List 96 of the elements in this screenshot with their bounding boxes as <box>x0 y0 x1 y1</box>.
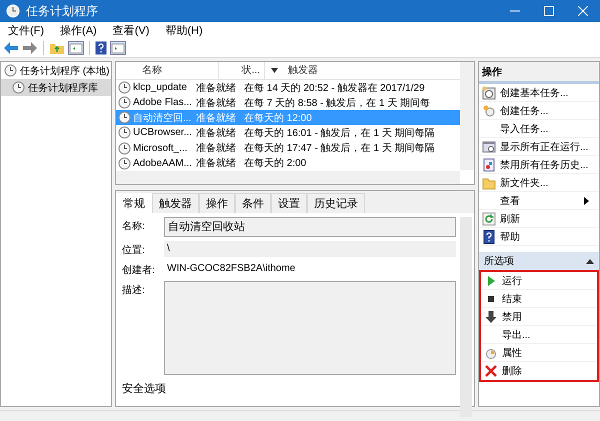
name-field[interactable]: 自动清空回收站 <box>164 217 456 237</box>
action-item[interactable]: 删除 <box>481 362 597 380</box>
clock-icon <box>118 126 131 140</box>
tab[interactable]: 历史记录 <box>307 193 365 213</box>
menu-item[interactable]: 帮助(H) <box>157 22 211 38</box>
clock-icon <box>12 81 25 94</box>
task-status: 准备就绪 <box>195 142 237 156</box>
clock-icon <box>482 104 496 118</box>
task-row[interactable]: Adobe Flas... 准备就绪 在每 7 天的 8:58 - 触发后，在 1 天 期间每 <box>116 95 460 110</box>
action-item[interactable]: 新文件夹... <box>479 174 599 192</box>
maximize-icon <box>544 6 554 16</box>
task-name: Microsoft_... <box>133 142 188 154</box>
task-trigger: 在每天的 2:00 <box>243 157 308 170</box>
field-label: 名称: <box>122 220 146 234</box>
action-item[interactable]: 查看 <box>479 192 599 210</box>
task-row[interactable]: AdobeAAM... 准备就绪 在每天的 2:00 <box>116 156 460 171</box>
action-item[interactable]: 运行 <box>481 272 597 290</box>
action-item[interactable]: 创建任务... <box>479 102 599 120</box>
task-name: Adobe Flas... <box>133 97 192 108</box>
task-trigger: 在每 14 天的 20:52 - 触发器在 2017/1/29 <box>243 82 426 95</box>
calendar-clock-icon <box>482 86 496 100</box>
location-value: \ <box>164 241 456 257</box>
tab[interactable]: 设置 <box>271 193 307 213</box>
action-item[interactable]: 创建基本任务... <box>479 84 599 102</box>
scrollbar[interactable] <box>460 217 472 417</box>
task-status: 准备就绪 <box>195 126 237 140</box>
window-clock-icon <box>482 140 496 154</box>
panel-icon[interactable] <box>110 40 126 54</box>
tree-item[interactable]: 任务计划程序 (本地) <box>1 62 111 79</box>
menu-item[interactable]: 查看(V) <box>104 22 158 38</box>
menu-item[interactable]: 操作(A) <box>52 22 105 38</box>
down-arrow-icon <box>484 310 498 324</box>
action-item[interactable]: 帮助 <box>479 228 599 246</box>
task-name: klcp_update <box>133 82 187 94</box>
author-value: WIN-GCOC82FSB2A\ithome <box>166 262 296 276</box>
refresh-icon <box>482 212 496 226</box>
action-item[interactable]: 禁用 <box>481 308 597 326</box>
action-item[interactable]: 显示所有正在运行... <box>479 138 599 156</box>
section-header[interactable]: 所选项 <box>479 252 599 270</box>
action-item[interactable]: 属性 <box>481 344 597 362</box>
sort-down-icon[interactable] <box>271 68 278 73</box>
task-trigger: 在每 7 天的 8:58 - 触发后，在 1 天 期间每 <box>243 96 432 110</box>
column-header[interactable]: 状... <box>219 62 265 79</box>
task-trigger: 在每天的 16:01 - 触发后，在 1 天 期间每隔 <box>243 126 436 140</box>
action-item[interactable]: 导入任务... <box>479 120 599 138</box>
help-icon <box>482 230 496 244</box>
tab[interactable]: 条件 <box>235 193 271 213</box>
field-label: 位置: <box>122 244 146 257</box>
task-name: 自动清空回... <box>133 112 192 125</box>
panel-icon[interactable] <box>68 40 84 54</box>
task-status: 准备就绪 <box>195 156 237 170</box>
window-title: 任务计划程序 <box>26 2 99 20</box>
task-trigger: 在每天的 12:00 <box>243 112 313 125</box>
document-icon <box>482 158 496 172</box>
section-label: 安全选项 <box>122 382 167 396</box>
folder-icon <box>482 176 496 190</box>
tab[interactable]: 常规 <box>116 193 152 213</box>
column-header[interactable]: 触发器 <box>284 62 460 79</box>
action-item[interactable]: 刷新 <box>479 210 599 228</box>
close-icon <box>578 6 588 16</box>
task-status: 准备就绪 <box>195 112 237 125</box>
tab[interactable]: 操作 <box>199 193 235 213</box>
forward-icon[interactable] <box>22 40 38 54</box>
clock-icon <box>118 96 131 110</box>
submenu-arrow-icon <box>584 196 589 204</box>
action-item[interactable]: 结束 <box>481 290 597 308</box>
task-status: 准备就绪 <box>195 82 237 95</box>
scrollbar[interactable] <box>116 170 460 184</box>
scrollbar[interactable] <box>460 62 474 170</box>
tree-item[interactable]: 任务计划程序库 <box>1 79 111 96</box>
description-field[interactable] <box>164 281 456 375</box>
tab[interactable]: 触发器 <box>152 193 199 213</box>
field-label: 描述: <box>122 284 146 298</box>
task-row[interactable]: UCBrowser... 准备就绪 在每天的 16:01 - 触发后，在 1 天 期间每隔 <box>116 125 460 140</box>
delete-icon <box>484 364 498 378</box>
clock-icon <box>6 4 20 18</box>
task-trigger: 在每天的 17:47 - 触发后，在 1 天 期间每隔 <box>243 142 436 156</box>
clock-icon <box>118 142 131 155</box>
task-name: AdobeAAM... <box>133 158 192 169</box>
clock-icon <box>118 156 131 170</box>
clock-icon <box>118 81 131 94</box>
help-icon[interactable] <box>95 40 107 54</box>
clock-icon <box>4 64 17 77</box>
task-name: UCBrowser... <box>133 127 192 138</box>
column-header[interactable]: 名称 <box>116 62 219 79</box>
action-item[interactable]: 导出... <box>481 326 597 344</box>
task-row[interactable]: Microsoft_... 准备就绪 在每天的 17:47 - 触发后，在 1 天 期间每隔 <box>116 140 460 156</box>
field-label: 创建者: <box>122 264 156 277</box>
action-item[interactable]: 禁用所有任务历史... <box>479 156 599 174</box>
back-icon[interactable] <box>3 40 19 54</box>
menu-item[interactable]: 文件(F) <box>0 22 52 38</box>
collapse-icon[interactable] <box>586 258 594 264</box>
task-status: 准备就绪 <box>195 96 237 110</box>
clock-icon <box>118 111 131 124</box>
panel-title: 操作 <box>479 62 599 84</box>
task-row[interactable]: klcp_update 准备就绪 在每 14 天的 20:52 - 触发器在 2017/1/29 <box>116 80 460 96</box>
